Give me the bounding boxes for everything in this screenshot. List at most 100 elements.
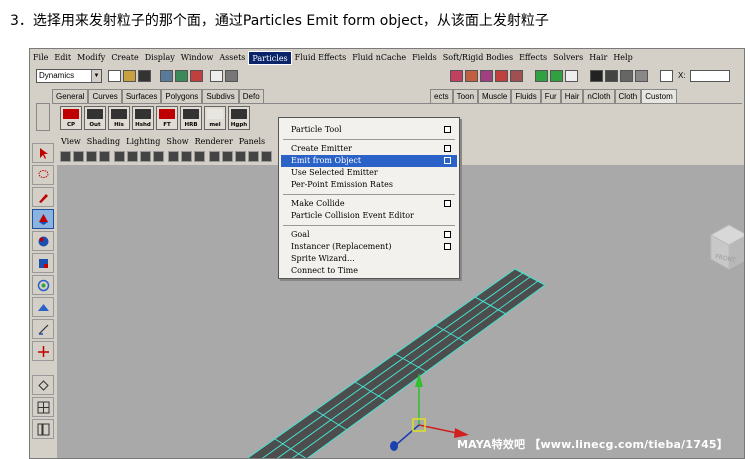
menu-window[interactable]: Window (178, 51, 217, 65)
tab-effects[interactable]: ects (430, 89, 453, 103)
layout-outliner-button[interactable] (32, 419, 54, 439)
menu-display[interactable]: Display (142, 51, 178, 65)
layout-four-button[interactable] (32, 397, 54, 417)
menu-fields[interactable]: Fields (409, 51, 440, 65)
panel-menu-show[interactable]: Show (163, 135, 191, 149)
tab-deformation[interactable]: Defo (238, 89, 264, 103)
shelf-button-cp[interactable]: CP (60, 106, 82, 130)
panel-menu-view[interactable]: View (58, 135, 84, 149)
textured-icon[interactable] (153, 151, 164, 162)
menu-solvers[interactable]: Solvers (550, 51, 586, 65)
shelf-button-hgph[interactable]: Hgph (228, 106, 250, 130)
option-box-icon[interactable] (444, 126, 451, 133)
render-frame-icon[interactable] (590, 70, 603, 82)
menu-item-create-emitter[interactable]: Create Emitter (281, 143, 457, 155)
universal-manip-tool[interactable] (32, 275, 54, 295)
tab-polygons[interactable]: Polygons (161, 89, 203, 103)
snap-curve-icon[interactable] (465, 70, 478, 82)
menu-edit[interactable]: Edit (51, 51, 74, 65)
panel-menu-renderer[interactable]: Renderer (192, 135, 236, 149)
new-scene-icon[interactable] (108, 70, 121, 82)
option-box-icon[interactable] (444, 145, 451, 152)
select-hierarchy-icon[interactable] (160, 70, 173, 82)
tab-fluids[interactable]: Fluids (511, 89, 541, 103)
lasso-tool[interactable] (32, 165, 54, 185)
open-scene-icon[interactable] (123, 70, 136, 82)
tab-surfaces[interactable]: Surfaces (121, 89, 162, 103)
xray-icon[interactable] (209, 151, 220, 162)
hypershade-icon[interactable] (635, 70, 648, 82)
isolate-select-icon[interactable] (194, 151, 205, 162)
menu-item-goal[interactable]: Goal (281, 229, 457, 241)
menu-item-instancer[interactable]: Instancer (Replacement) (281, 241, 457, 253)
tab-curves[interactable]: Curves (88, 89, 122, 103)
camera-attributes-icon[interactable] (60, 151, 71, 162)
output-ops-icon[interactable] (550, 70, 563, 82)
shelf-button-hshd[interactable]: Hshd (132, 106, 154, 130)
option-box-icon[interactable] (444, 243, 451, 250)
option-box-icon[interactable] (444, 231, 451, 238)
wire-on-shaded-icon[interactable] (140, 151, 151, 162)
make-live-icon[interactable] (510, 70, 523, 82)
shelf-button-ft[interactable]: FT (156, 106, 178, 130)
tab-general[interactable]: General (52, 89, 89, 103)
film-gate-icon[interactable] (235, 151, 246, 162)
option-box-icon[interactable] (444, 157, 451, 164)
snap-view-icon[interactable] (495, 70, 508, 82)
menu-item-emit-from-object[interactable]: Emit from Object (281, 155, 457, 167)
menu-item-sprite-wizard[interactable]: Sprite Wizard... (281, 253, 457, 265)
menu-item-connect-to-time[interactable]: Connect to Time (281, 265, 457, 277)
last-tool[interactable] (32, 341, 54, 361)
snap-grid-icon[interactable] (450, 70, 463, 82)
tab-custom[interactable]: Custom (641, 89, 677, 103)
menu-create[interactable]: Create (108, 51, 141, 65)
wireframe-icon[interactable] (114, 151, 125, 162)
safe-action-icon[interactable] (248, 151, 259, 162)
tab-muscle[interactable]: Muscle (478, 89, 512, 103)
select-tool[interactable] (32, 143, 54, 163)
show-manip-tool[interactable] (32, 319, 54, 339)
menu-hair[interactable]: Hair (586, 51, 610, 65)
shadows-icon[interactable] (181, 151, 192, 162)
menu-set-dropdown[interactable]: Dynamics ▼ (36, 69, 102, 83)
tab-toon[interactable]: Toon (452, 89, 479, 103)
shelf-button-mel[interactable]: mel (204, 106, 226, 130)
menu-modify[interactable]: Modify (74, 51, 108, 65)
image-plane-icon[interactable] (86, 151, 97, 162)
ipr-render-icon[interactable] (605, 70, 618, 82)
menu-item-use-selected-emitter[interactable]: Use Selected Emitter (281, 167, 457, 179)
menu-item-make-collide[interactable]: Make Collide (281, 198, 457, 210)
mask-handles-icon[interactable] (225, 70, 238, 82)
smooth-shade-icon[interactable] (127, 151, 138, 162)
render-settings-icon[interactable] (620, 70, 633, 82)
select-component-icon[interactable] (190, 70, 203, 82)
menu-item-per-point-emission[interactable]: Per-Point Emission Rates (281, 179, 457, 191)
view-cube[interactable]: FRONT (709, 224, 745, 270)
layout-single-button[interactable] (32, 375, 54, 395)
bookmark-icon[interactable] (73, 151, 84, 162)
panel-menu-lighting[interactable]: Lighting (123, 135, 163, 149)
shelf-menu-icon[interactable] (36, 103, 50, 131)
save-scene-icon[interactable] (138, 70, 151, 82)
menu-effects[interactable]: Effects (516, 51, 550, 65)
pick-mask-icon[interactable] (210, 70, 223, 82)
shelf-button-out[interactable]: Out (84, 106, 106, 130)
menu-fluid-effects[interactable]: Fluid Effects (292, 51, 350, 65)
rotate-tool[interactable] (32, 231, 54, 251)
menu-soft-rigid-bodies[interactable]: Soft/Rigid Bodies (440, 51, 516, 65)
tab-cloth[interactable]: Cloth (614, 89, 642, 103)
option-box-icon[interactable] (444, 200, 451, 207)
input-field-toggle-icon[interactable] (660, 70, 673, 82)
menu-file[interactable]: File (30, 51, 51, 65)
resolution-gate-icon[interactable] (222, 151, 233, 162)
x-input[interactable] (690, 70, 730, 82)
menu-help[interactable]: Help (610, 51, 635, 65)
tab-fur[interactable]: Fur (540, 89, 561, 103)
grid-toggle-icon[interactable] (99, 151, 110, 162)
input-ops-icon[interactable] (535, 70, 548, 82)
menu-item-particle-tool[interactable]: Particle Tool (281, 124, 457, 136)
tab-hair[interactable]: Hair (560, 89, 584, 103)
tab-ncloth[interactable]: nCloth (583, 89, 615, 103)
construction-history-icon[interactable] (565, 70, 578, 82)
panel-menu-shading[interactable]: Shading (84, 135, 123, 149)
